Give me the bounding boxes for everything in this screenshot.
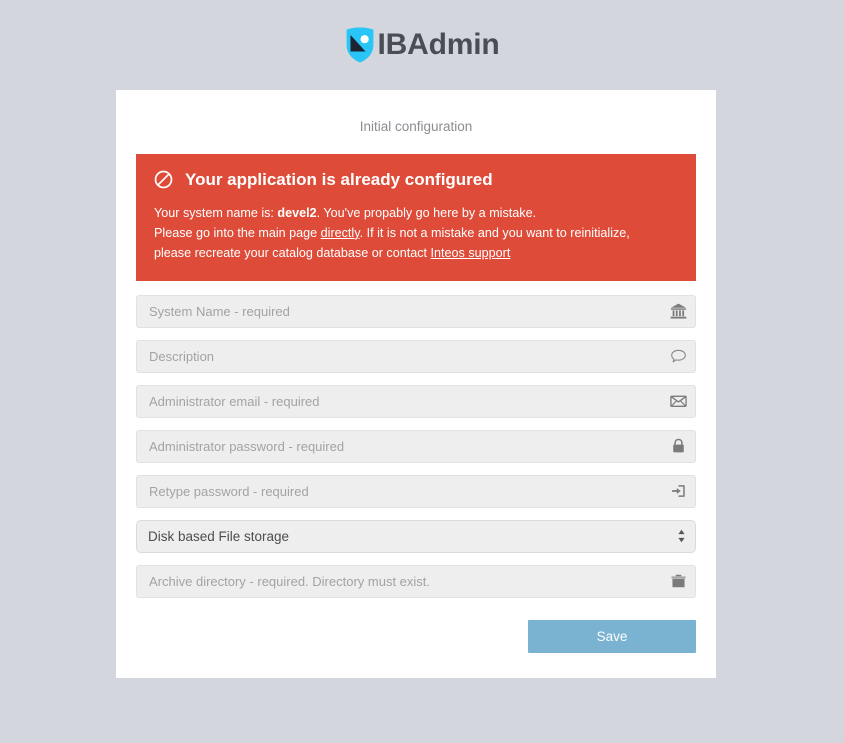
page-title: Initial configuration [359,119,473,134]
field-administrator-email [136,384,696,418]
brand-name: IBAdmin [377,28,500,61]
alert-line2-suffix: . If it is not a mistake and you want to… [359,225,630,240]
alert-line3-prefix: please recreate your catalog database or… [154,245,431,260]
field-administrator-password [136,429,696,463]
shield-photo-logo-icon [346,27,373,63]
field-system-name [136,294,696,328]
alert-heading-text: Your application is already configured [185,169,493,189]
link-directly[interactable]: directly [321,226,360,240]
administrator-password-input[interactable] [136,429,696,463]
description-input[interactable] [136,339,696,373]
alert-already-configured: Your application is already configured Y… [136,153,696,281]
system-name-input[interactable] [136,294,696,328]
configuration-card: Initial configuration Your application i… [116,90,716,678]
alert-line2-prefix: Please go into the main page [154,225,321,240]
alert-line1-suffix: . You've propably go here by a mistake. [316,205,537,220]
field-retype-password [136,474,696,508]
field-archive-directory [136,564,696,598]
save-button[interactable]: Save [528,619,696,653]
alert-system-name: devel2 [277,205,317,220]
field-description [136,339,696,373]
ban-icon [154,170,173,189]
alert-line1-prefix: Your system name is: [154,205,278,220]
alert-body: Your system name is: devel2. You've prop… [154,203,678,263]
link-inteos-support[interactable]: Inteos support [431,246,511,260]
storage-type-select[interactable]: Disk based File storage [136,519,696,553]
alert-heading-row: Your application is already configured [154,170,678,190]
administrator-email-input[interactable] [136,384,696,418]
field-storage-type: Disk based File storage [136,519,696,553]
archive-directory-input[interactable] [136,564,696,598]
card-body: Your application is already configured Y… [116,153,716,653]
form-actions: Save [136,619,696,653]
retype-password-input[interactable] [136,474,696,508]
brand-header: IBAdmin [0,0,844,90]
